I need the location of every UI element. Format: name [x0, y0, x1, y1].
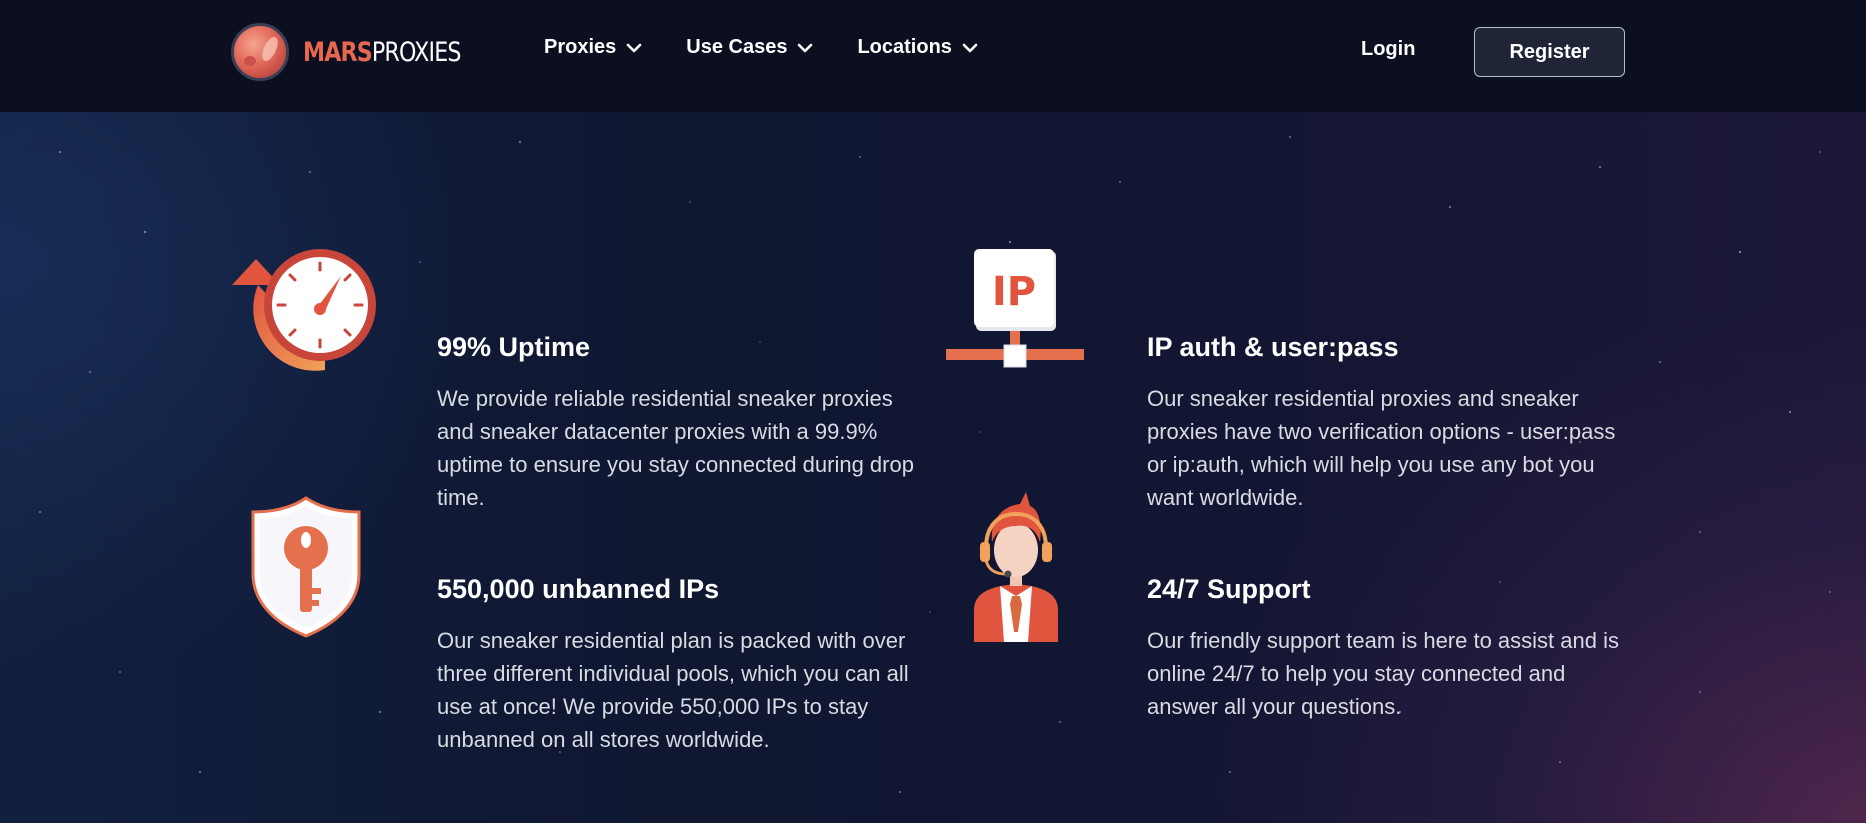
nav-item-label: Use Cases — [686, 36, 788, 58]
nav-item-label: Proxies — [544, 36, 617, 58]
features-section: 99% Uptime We provide reliable residenti… — [0, 112, 1866, 823]
feature-description: We provide reliable residential sneaker … — [437, 386, 914, 510]
speedometer-icon — [232, 249, 376, 371]
chevron-down-icon — [962, 43, 978, 52]
ip-network-icon: IP — [946, 249, 1084, 368]
marsproxies-logo[interactable]: MARSPROXIES — [231, 22, 495, 82]
feature-title: 99% Uptime — [437, 332, 591, 362]
feature-description: Our sneaker residential proxies and snea… — [1147, 386, 1616, 510]
top-navbar: MARSPROXIES Proxies Use Cases Locations … — [0, 0, 1866, 112]
nav-item-label: Locations — [857, 36, 952, 58]
main-nav: Proxies Use Cases Locations — [544, 36, 1022, 59]
chevron-down-icon — [626, 43, 642, 52]
feature-description: Our sneaker residential plan is packed w… — [437, 628, 909, 752]
nav-item-locations[interactable]: Locations — [857, 36, 978, 59]
shield-key-icon — [251, 496, 361, 638]
chevron-down-icon — [798, 43, 813, 52]
register-button[interactable]: Register — [1474, 27, 1625, 77]
login-link[interactable]: Login — [1361, 38, 1415, 61]
nav-item-use-cases[interactable]: Use Cases — [686, 36, 813, 59]
ip-label: IP — [992, 269, 1036, 315]
support-agent-icon — [974, 492, 1058, 642]
feature-title: 550,000 unbanned IPs — [437, 574, 720, 604]
mars-planet-icon — [231, 23, 289, 81]
feature-description: Our friendly support team is here to ass… — [1147, 628, 1619, 719]
nav-item-proxies[interactable]: Proxies — [544, 36, 642, 59]
feature-title: 24/7 Support — [1147, 574, 1311, 604]
feature-title: IP auth & user:pass — [1147, 332, 1399, 362]
logo-wordmark: MARSPROXIES — [303, 36, 461, 68]
